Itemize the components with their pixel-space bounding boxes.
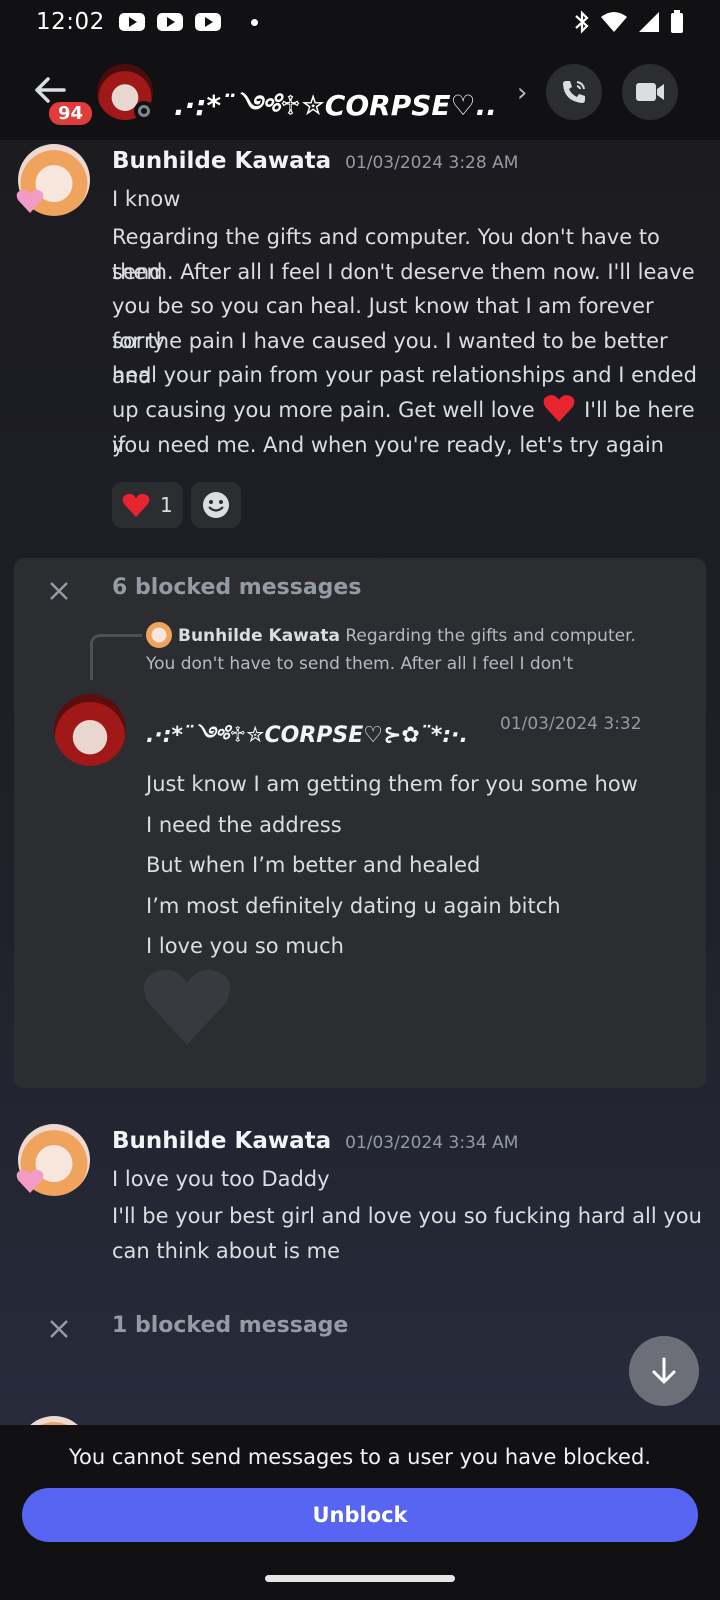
chevron-right-icon[interactable]: › [517, 78, 527, 108]
bluetooth-icon [575, 10, 589, 34]
unblock-button[interactable]: Unblock [22, 1488, 698, 1542]
blocked-messages-toggle[interactable]: 6 blocked messages [112, 575, 361, 600]
reaction-bar: 1 [112, 482, 241, 528]
blocked-messages-toggle[interactable]: 1 blocked message [112, 1313, 348, 1338]
heart-decoration-icon [16, 1169, 44, 1193]
arrow-down-icon [652, 1357, 676, 1384]
message-text: Just know I am getting them for you some… [146, 772, 638, 796]
video-call-button[interactable] [622, 64, 678, 120]
video-camera-icon [636, 83, 664, 101]
message-text: I love you so much [146, 934, 344, 958]
battery-icon [671, 10, 683, 33]
reply-preview-text: You don't have to send them. After all I… [146, 654, 574, 674]
reply-connector [90, 634, 142, 680]
youtube-notification-icon [194, 13, 221, 31]
message-author[interactable]: Bunhilde Kawata 01/03/2024 3:34 AM [112, 1128, 518, 1154]
red-heart-emoji-icon [544, 395, 575, 422]
message-text: can think about is me [112, 1239, 341, 1263]
system-navigation-bar [0, 1557, 720, 1600]
more-notifications-dot-icon [250, 18, 258, 26]
message-timestamp: 01/03/2024 3:28 AM [345, 153, 519, 173]
message-list[interactable]: Bunhilde Kawata 01/03/2024 3:28 AM I know… [0, 140, 720, 1425]
message-author[interactable]: .·:*¨༺♱✮CORPSE♡⊱✿¨*:·. [146, 710, 468, 772]
close-icon[interactable] [48, 580, 70, 602]
unread-count-badge: 94 [46, 99, 96, 128]
message-text: heal your pain from your past relationsh… [112, 363, 697, 387]
voice-call-button[interactable] [546, 64, 602, 120]
avatar[interactable] [16, 144, 90, 216]
reaction-count: 1 [160, 493, 173, 517]
black-heart-emoji-icon [143, 969, 231, 1045]
message-text: I need the address [146, 813, 342, 837]
close-icon[interactable] [48, 1318, 70, 1340]
clock: 12:02 [36, 9, 105, 35]
message-text: I know [112, 187, 181, 211]
add-reaction-smile-icon [202, 492, 229, 518]
status-bar: 12:02 [0, 0, 720, 44]
message-text: you need me. And when you're ready, let'… [112, 433, 664, 457]
cell-signal-icon [639, 12, 659, 32]
jump-to-latest-button[interactable] [629, 1336, 699, 1406]
message-text: I’m most definitely dating u again bitch [146, 894, 561, 918]
message-text: up causing you more pain. Get well love [112, 398, 535, 422]
message-timestamp: 01/03/2024 3:32 [500, 714, 642, 734]
home-gesture-handle[interactable] [265, 1575, 455, 1582]
reply-author: Bunhilde Kawata [178, 626, 340, 646]
blocked-messages-group: 6 blocked messages Bunhilde Kawata Regar… [14, 558, 706, 1088]
message-text: I love you too Daddy [112, 1167, 330, 1191]
blocked-message-row: 1 blocked message [0, 1308, 720, 1358]
blocked-user-footer: You cannot send messages to a user you h… [0, 1425, 720, 1557]
youtube-notification-icon [156, 13, 183, 31]
blocked-notice: You cannot send messages to a user you h… [69, 1445, 651, 1469]
phone-icon [563, 81, 585, 103]
red-heart-emoji-icon [122, 493, 150, 517]
heart-decoration-icon [16, 189, 44, 213]
message-author[interactable]: Bunhilde Kawata 01/03/2024 3:28 AM [112, 148, 518, 174]
message-timestamp: 01/03/2024 3:34 AM [345, 1133, 519, 1153]
youtube-notification-icon [118, 13, 145, 31]
message-text: them. After all I feel I don't deserve t… [112, 260, 695, 284]
message-text: But when I’m better and healed [146, 853, 481, 877]
avatar[interactable] [16, 1124, 90, 1196]
reply-preview-text: Regarding the gifts and computer. [345, 626, 636, 646]
channel-header: 94 .·:*¨༺♱✮CORPSE♡... › [0, 44, 720, 140]
wifi-icon [601, 12, 627, 32]
avatar[interactable] [18, 1416, 90, 1425]
offline-status-icon [134, 101, 154, 121]
message-text: I'll be your best girl and love you so f… [112, 1204, 702, 1228]
reply-preview[interactable]: Bunhilde Kawata Regarding the gifts and … [146, 622, 666, 650]
avatar[interactable] [54, 694, 126, 766]
add-reaction-button[interactable] [190, 482, 241, 528]
heart-reaction-button[interactable]: 1 [112, 482, 183, 528]
